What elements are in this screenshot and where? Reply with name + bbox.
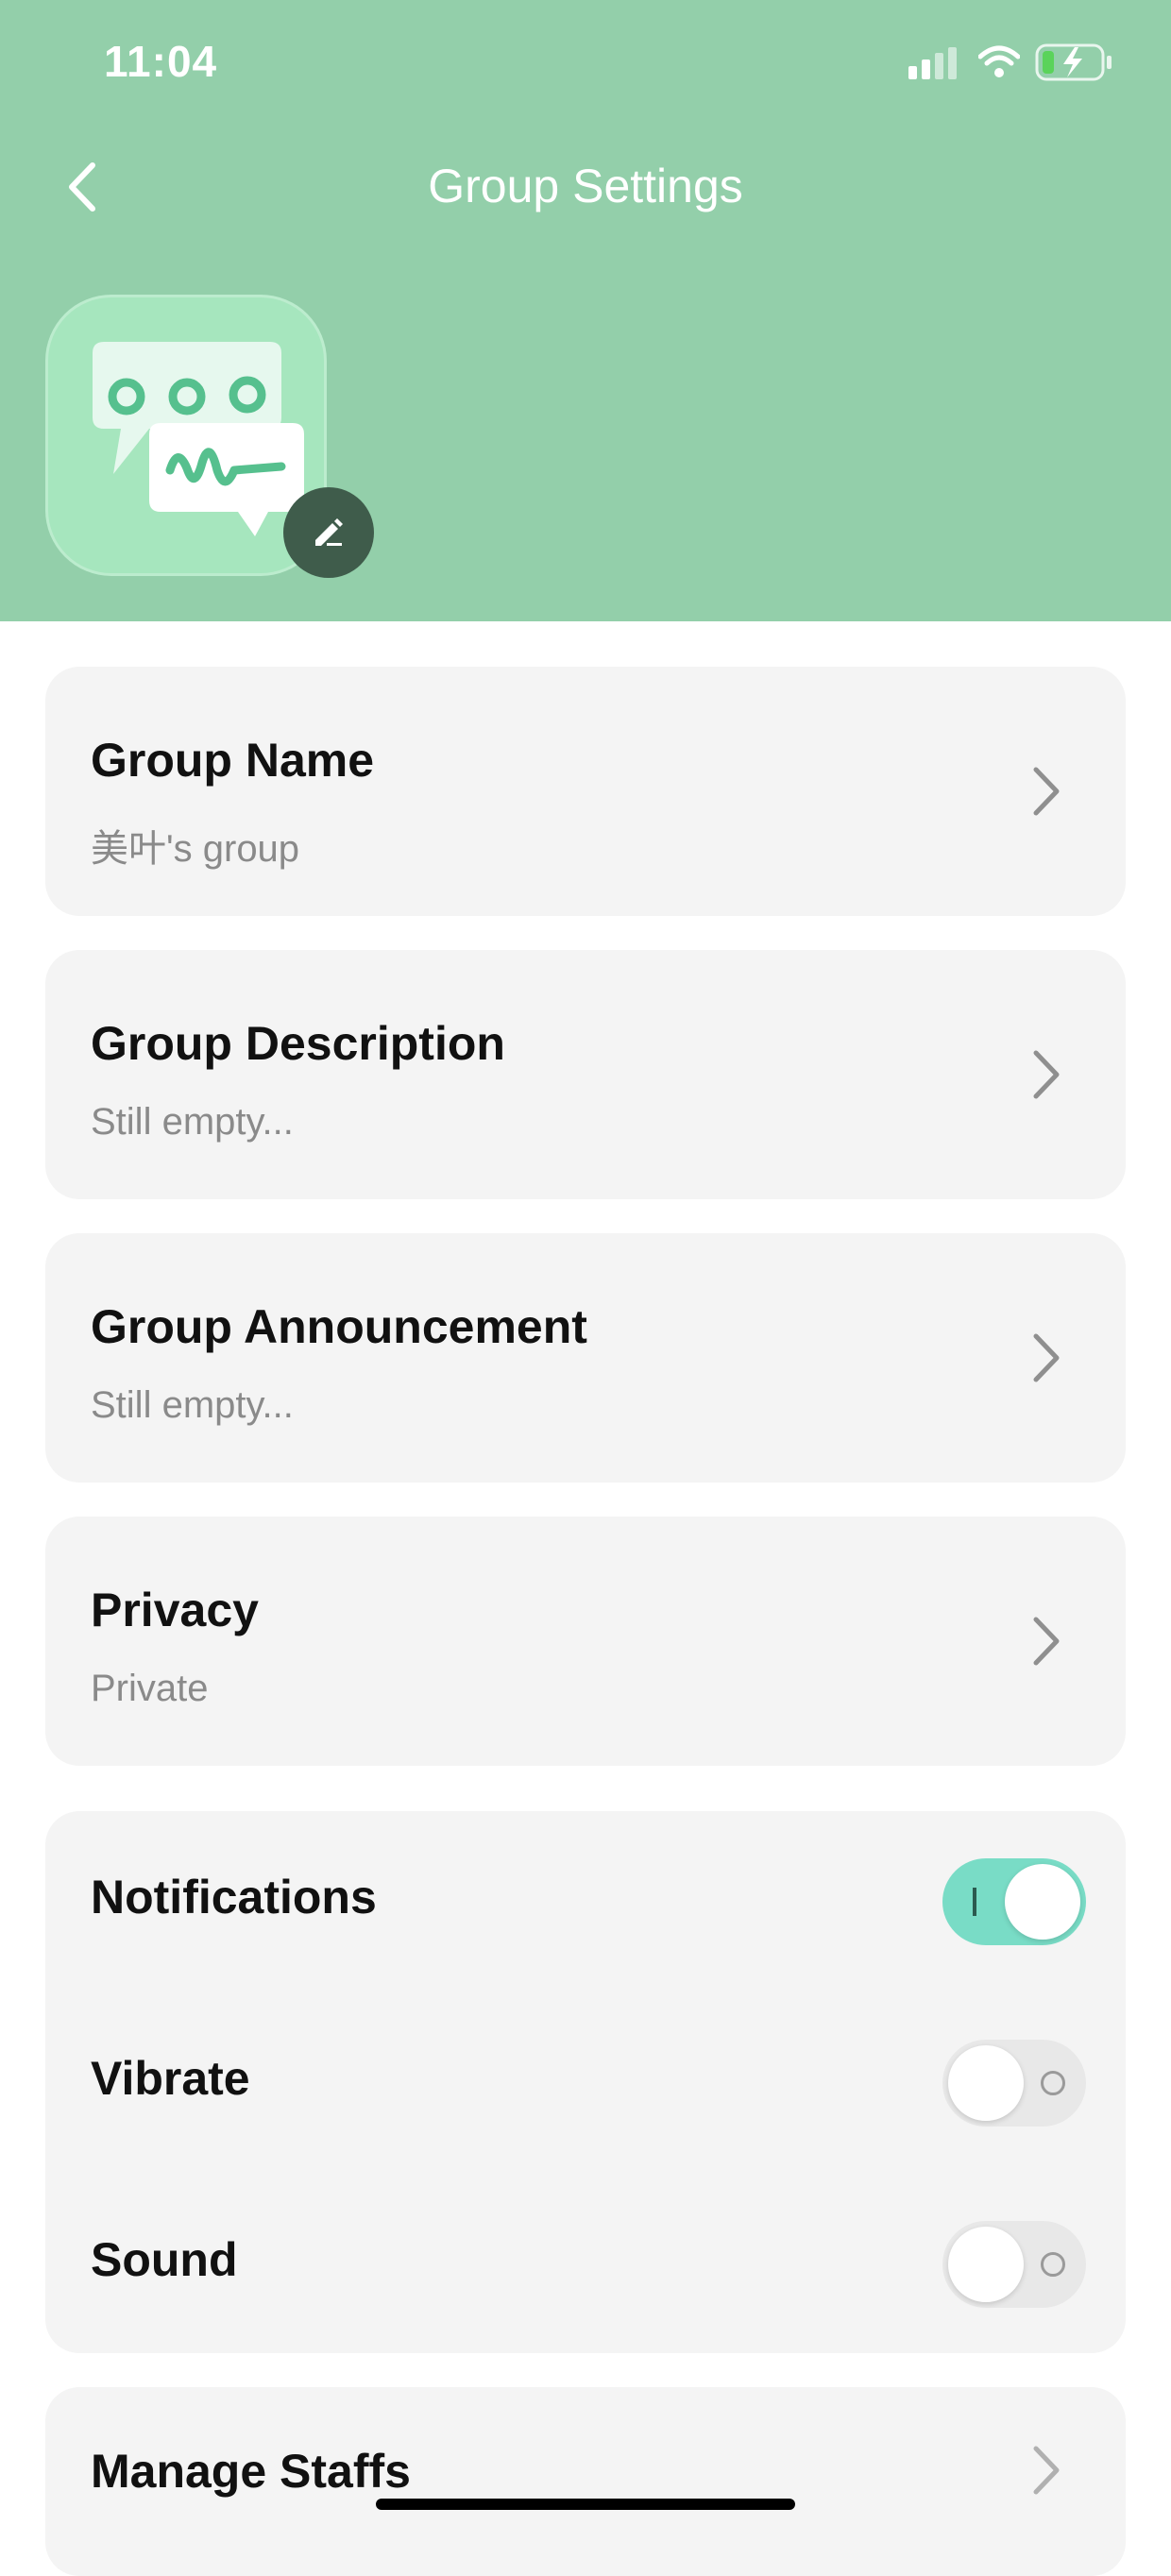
status-time: 11:04 (104, 37, 218, 86)
privacy-value: Private (91, 1668, 209, 1709)
privacy-label: Privacy (91, 1584, 259, 1636)
notifications-toggle[interactable] (942, 1858, 1086, 1945)
group-name-value: 美叶's group (91, 828, 300, 870)
toggle-knob (948, 2227, 1024, 2302)
edit-avatar-button[interactable] (283, 487, 374, 578)
manage-staffs-label: Manage Staffs (91, 2445, 411, 2498)
group-description-row[interactable]: Group Description Still empty... (45, 950, 1126, 1199)
battery-charging-icon (1035, 43, 1112, 81)
signal-icon (908, 47, 957, 79)
page-title: Group Settings (428, 160, 743, 212)
group-name-label: Group Name (91, 734, 375, 787)
chevron-right-icon (1027, 1046, 1065, 1103)
chevron-right-icon (1027, 1613, 1065, 1669)
manage-staffs-row[interactable]: Manage Staffs (45, 2387, 1126, 2576)
toggle-off-mark (1041, 2071, 1065, 2095)
sound-toggle[interactable] (942, 2221, 1086, 2308)
notifications-label: Notifications (91, 1871, 377, 1924)
sound-label: Sound (91, 2233, 238, 2286)
vibrate-label: Vibrate (91, 2052, 250, 2105)
pencil-icon (315, 518, 343, 546)
home-indicator[interactable] (376, 2499, 795, 2510)
group-description-value: Still empty... (91, 1101, 294, 1143)
toggle-off-mark (1041, 2252, 1065, 2277)
chevron-right-icon (1027, 763, 1065, 820)
toggle-knob (948, 2045, 1024, 2121)
header: 11:04 Group Settings (0, 0, 1171, 621)
group-description-label: Group Description (91, 1017, 505, 1070)
vibrate-toggle[interactable] (942, 2040, 1086, 2127)
chevron-right-icon (1027, 2442, 1065, 2499)
wifi-icon (978, 45, 1020, 77)
group-name-row[interactable]: Group Name 美叶's group (45, 667, 1126, 916)
chevron-right-icon (1027, 1330, 1065, 1386)
group-announcement-row[interactable]: Group Announcement Still empty... (45, 1233, 1126, 1483)
notification-settings-card: Notifications Vibrate Sound (45, 1811, 1126, 2353)
group-announcement-value: Still empty... (91, 1384, 294, 1426)
toggle-on-mark (973, 1888, 976, 1916)
privacy-row[interactable]: Privacy Private (45, 1517, 1126, 1766)
toggle-knob (1005, 1864, 1080, 1940)
group-announcement-label: Group Announcement (91, 1300, 587, 1353)
